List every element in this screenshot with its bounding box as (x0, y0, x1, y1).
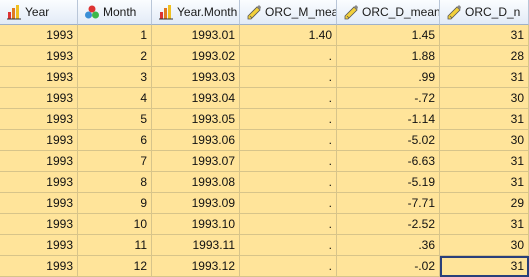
table-cell[interactable]: 31 (440, 256, 529, 277)
table-cell[interactable]: -1.14 (337, 109, 440, 130)
table-cell[interactable]: 10 (78, 214, 152, 235)
table-cell[interactable]: 1993.12 (152, 256, 240, 277)
table-cell[interactable]: -5.02 (337, 130, 440, 151)
table-cell[interactable]: 1993.03 (152, 67, 240, 88)
column-header-label: Year.Month (177, 5, 238, 19)
table-cell[interactable]: 9 (78, 193, 152, 214)
table-cell[interactable]: .99 (337, 67, 440, 88)
table-cell[interactable]: 1993 (0, 151, 78, 172)
table-cell[interactable]: -2.52 (337, 214, 440, 235)
scale-ruler-bar-icon (158, 4, 174, 20)
table-cell[interactable]: 1993 (0, 256, 78, 277)
table-cell[interactable]: . (240, 130, 337, 151)
table-cell[interactable]: . (240, 88, 337, 109)
column-header-orc-d-n[interactable]: ORC_D_n (440, 0, 529, 25)
column-header-year-month[interactable]: Year.Month (152, 0, 240, 25)
table-cell[interactable]: . (240, 46, 337, 67)
table-cell[interactable]: 1993.11 (152, 235, 240, 256)
column-header-orc-m-mean[interactable]: ORC_M_mean (240, 0, 337, 25)
table-cell[interactable]: 5 (78, 109, 152, 130)
table-cell[interactable]: 1.45 (337, 25, 440, 46)
table-cell[interactable]: 29 (440, 193, 529, 214)
table-cell[interactable]: 1993.09 (152, 193, 240, 214)
table-cell[interactable]: 1993 (0, 25, 78, 46)
table-cell[interactable]: 1993 (0, 88, 78, 109)
table-cell[interactable]: -7.71 (337, 193, 440, 214)
table-cell[interactable]: 1993.10 (152, 214, 240, 235)
table-cell[interactable]: . (240, 256, 337, 277)
table-cell[interactable]: 1993.04 (152, 88, 240, 109)
table-cell[interactable]: . (240, 235, 337, 256)
column-header-label: Year (25, 5, 50, 19)
table-cell[interactable]: 11 (78, 235, 152, 256)
column-header-orc-d-mean[interactable]: ORC_D_mean (337, 0, 440, 25)
table-cell[interactable]: 1993 (0, 172, 78, 193)
table-cell[interactable]: 12 (78, 256, 152, 277)
table-cell[interactable]: . (240, 193, 337, 214)
table-cell[interactable]: 1993.02 (152, 46, 240, 67)
table-cell[interactable]: 30 (440, 235, 529, 256)
table-cell[interactable]: 30 (440, 88, 529, 109)
table-cell[interactable]: 1993.05 (152, 109, 240, 130)
column-header-label: ORC_D_mean (362, 5, 440, 19)
table-cell[interactable]: 1993.07 (152, 151, 240, 172)
table-cell[interactable]: 1993 (0, 235, 78, 256)
table-cell[interactable]: 31 (440, 214, 529, 235)
table-cell[interactable]: 31 (440, 67, 529, 88)
table-cell[interactable]: 31 (440, 25, 529, 46)
column-header-label: Month (103, 5, 137, 19)
table-cell[interactable]: 1993.08 (152, 172, 240, 193)
table-cell[interactable]: . (240, 214, 337, 235)
table-cell[interactable]: 1.40 (240, 25, 337, 46)
table-cell[interactable]: 1993.06 (152, 130, 240, 151)
table-cell[interactable]: 28 (440, 46, 529, 67)
table-cell[interactable]: 2 (78, 46, 152, 67)
table-cell[interactable]: 8 (78, 172, 152, 193)
column-header-month[interactable]: Month (78, 0, 152, 25)
table-cell[interactable]: -5.19 (337, 172, 440, 193)
scale-ruler-bar-icon (6, 4, 22, 20)
table-cell[interactable]: .36 (337, 235, 440, 256)
table-cell[interactable]: 30 (440, 130, 529, 151)
table-cell[interactable]: . (240, 151, 337, 172)
table-cell[interactable]: 4 (78, 88, 152, 109)
table-cell[interactable]: 1993 (0, 109, 78, 130)
table-cell[interactable]: 7 (78, 151, 152, 172)
table-cell[interactable]: 1993 (0, 67, 78, 88)
table-cell[interactable]: 31 (440, 172, 529, 193)
pencil-ruler-icon (343, 4, 359, 20)
table-cell[interactable]: 31 (440, 109, 529, 130)
column-header-year[interactable]: Year (0, 0, 78, 25)
table-cell[interactable]: . (240, 172, 337, 193)
pencil-ruler-icon (446, 4, 462, 20)
table-cell[interactable]: 1 (78, 25, 152, 46)
table-cell[interactable]: 1993 (0, 46, 78, 67)
table-cell[interactable]: -.02 (337, 256, 440, 277)
table-cell[interactable]: -6.63 (337, 151, 440, 172)
table-cell[interactable]: 1993 (0, 193, 78, 214)
table-cell[interactable]: . (240, 109, 337, 130)
table-cell[interactable]: 3 (78, 67, 152, 88)
nominal-icon (84, 4, 100, 20)
table-cell[interactable]: 1993.01 (152, 25, 240, 46)
table-cell[interactable]: 1993 (0, 130, 78, 151)
pencil-ruler-icon (246, 4, 262, 20)
table-cell[interactable]: 1.88 (337, 46, 440, 67)
table-cell[interactable]: -.72 (337, 88, 440, 109)
column-header-label: ORC_M_mean (265, 5, 336, 19)
table-cell[interactable]: . (240, 67, 337, 88)
column-header-label: ORC_D_n (465, 5, 521, 19)
table-cell[interactable]: 1993 (0, 214, 78, 235)
table-cell[interactable]: 31 (440, 151, 529, 172)
table-cell[interactable]: 6 (78, 130, 152, 151)
